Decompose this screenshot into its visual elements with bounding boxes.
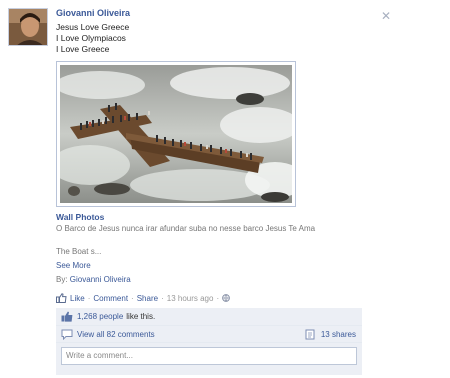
comments-row: View all 82 comments 13 shares	[56, 326, 362, 343]
shares-label: 13 shares	[320, 329, 356, 339]
album-description: O Barco de Jesus nunca irar afundar suba…	[56, 224, 316, 233]
post-photo[interactable]	[56, 61, 296, 207]
thumbs-up-icon	[56, 293, 67, 303]
comment-row: Write a comment...	[56, 347, 362, 375]
message-line: I Love Olympiacos	[56, 33, 126, 43]
share-button[interactable]: Share	[137, 294, 158, 303]
separator: ·	[131, 293, 134, 303]
post-author[interactable]: Giovanni Oliveira	[56, 8, 130, 18]
like-button[interactable]: Like	[70, 294, 85, 303]
comment-input[interactable]: Write a comment...	[61, 347, 357, 365]
separator: ·	[161, 293, 164, 303]
likes-suffix: like this.	[126, 312, 156, 321]
message-line: I Love Greece	[56, 44, 110, 54]
speech-bubble-icon	[61, 329, 73, 340]
separator: ·	[216, 293, 220, 303]
by-author-link[interactable]: Giovanni Oliveira	[70, 275, 131, 284]
post-preview-text: The Boat s...	[56, 247, 102, 256]
avatar[interactable]	[8, 8, 48, 46]
feedback-panel: 1,268 people like this. View all 82 comm…	[56, 308, 362, 375]
separator: ·	[87, 293, 91, 303]
see-more-link[interactable]: See More	[56, 261, 91, 270]
message-line: Jesus Love Greece	[56, 22, 130, 32]
share-icon	[305, 329, 315, 339]
likes-row: 1,268 people like this.	[56, 308, 362, 326]
thumbs-up-icon	[61, 311, 73, 322]
globe-icon[interactable]	[222, 294, 231, 302]
comment-button[interactable]: Comment	[93, 294, 128, 303]
likes-count-link[interactable]: 1,268 people	[77, 312, 123, 321]
post-message: Jesus Love Greece I Love Olympiacos I Lo…	[56, 22, 129, 55]
shares-count[interactable]: 13 shares	[305, 329, 356, 340]
view-all-comments-link[interactable]: View all 82 comments	[77, 330, 155, 339]
post-timestamp[interactable]: 13 hours ago	[167, 294, 214, 303]
byline: By: Giovanni Oliveira	[56, 275, 131, 284]
album-title[interactable]: Wall Photos	[56, 212, 104, 222]
close-icon[interactable]: ✕	[380, 10, 392, 22]
post-actions: Like · Comment · Share · 13 hours ago ·	[56, 293, 231, 303]
by-label: By:	[56, 275, 68, 284]
